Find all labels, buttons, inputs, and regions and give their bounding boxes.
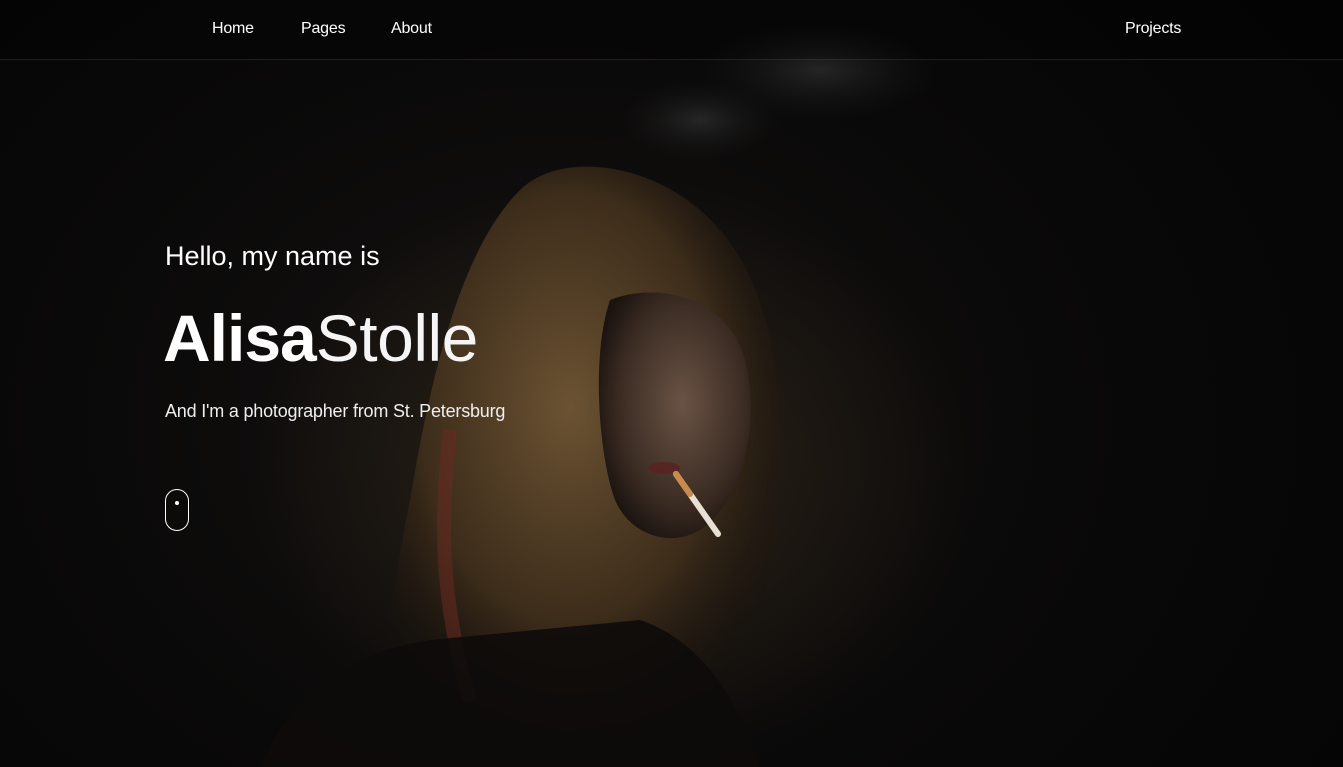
top-navigation: Home Pages About Projects bbox=[0, 0, 1343, 60]
portrait-illustration bbox=[260, 20, 940, 767]
mouse-scroll-icon[interactable] bbox=[165, 489, 189, 531]
hero-name: AlisaStolle bbox=[163, 300, 478, 376]
hero-last-name: Stolle bbox=[315, 301, 479, 375]
nav-link-pages[interactable]: Pages bbox=[301, 20, 346, 38]
hero-tagline: And I'm a photographer from St. Petersbu… bbox=[165, 401, 506, 421]
nav-link-projects[interactable]: Projects bbox=[1125, 20, 1181, 38]
nav-link-home[interactable]: Home bbox=[212, 20, 254, 38]
hero-greeting: Hello, my name is bbox=[165, 241, 380, 271]
hero-first-name: Alisa bbox=[163, 301, 317, 375]
nav-link-about[interactable]: About bbox=[391, 20, 432, 38]
mouse-wheel-dot bbox=[175, 501, 179, 505]
hero-background-photo bbox=[0, 0, 1343, 767]
